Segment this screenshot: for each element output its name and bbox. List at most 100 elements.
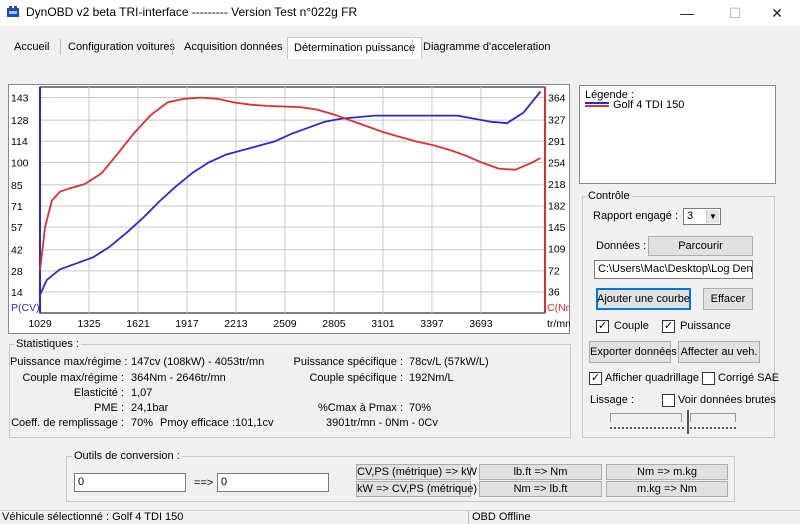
- right-tick-label: 72: [548, 265, 560, 277]
- pmoy-label: Pmoy efficace :: [160, 417, 235, 429]
- right-tick-label: 145: [548, 222, 566, 234]
- left-tick-label: 14: [11, 287, 23, 299]
- stat-value: 147cv (108kW) - 4053tr/mn: [131, 356, 265, 368]
- right-tick-label: 109: [548, 244, 566, 256]
- x-tick-label: 2213: [224, 318, 248, 330]
- effacer-button[interactable]: Effacer: [703, 288, 753, 310]
- left-tick-label: 42: [11, 245, 23, 257]
- app-icon: [7, 6, 19, 17]
- x-tick-label: 3397: [420, 318, 444, 330]
- nm-to-mkg-button[interactable]: Nm => m.kg: [606, 464, 728, 480]
- lissage-label: Lissage :: [590, 394, 635, 406]
- rapport-engage-label: Rapport engagé :: [593, 210, 679, 222]
- tab-separator: [60, 39, 61, 55]
- x-tick-label: 1917: [175, 318, 199, 330]
- lissage-slider-track[interactable]: [610, 413, 682, 422]
- right-tick-label: 364: [548, 93, 566, 105]
- window-title: DynOBD v2 beta TRI-interface --------- V…: [26, 5, 358, 19]
- tab-diagramme-acceleration[interactable]: Diagramme d'acceleration: [417, 37, 556, 59]
- rapport-engage-value: 3: [687, 210, 694, 222]
- stat-label: Elasticité :: [73, 387, 124, 399]
- right-tick-label: 327: [548, 115, 566, 127]
- x-tick-label: 3101: [371, 318, 395, 330]
- x-tick-label: 1029: [28, 318, 52, 330]
- close-button[interactable]: ✕: [754, 0, 800, 26]
- maximize-button[interactable]: ☐: [712, 0, 758, 26]
- stat-value: 1,07: [131, 387, 153, 399]
- tab-separator: [172, 39, 173, 55]
- quadrillage-checkbox[interactable]: ✓: [589, 372, 602, 385]
- left-tick-label: 28: [11, 266, 23, 278]
- right-tick-label: 291: [548, 136, 566, 148]
- pmoy-value: 101,1cv: [235, 417, 274, 429]
- stat-extra-line: 3901tr/mn - 0Nm - 0Cv: [326, 417, 438, 429]
- rapport-engage-select[interactable]: 3 ▼: [683, 208, 721, 225]
- stat-label: %Cmax à Pmax :: [318, 402, 403, 414]
- controle-title: Contrôle: [586, 190, 632, 202]
- x-tick-label: 1621: [126, 318, 150, 330]
- check-icon: ✓: [597, 320, 608, 332]
- left-tick-label: 100: [11, 157, 29, 169]
- stat-label: Couple max/régime :: [22, 372, 125, 384]
- status-vehicle: Véhicule sélectionné : Golf 4 TDI 150: [2, 511, 184, 523]
- sae-checkbox-label: Corrigé SAE: [718, 372, 780, 384]
- legend-box: Légende : Golf 4 TDI 150: [579, 85, 776, 184]
- left-tick-label: 71: [11, 201, 23, 213]
- minimize-button[interactable]: —: [664, 0, 710, 26]
- status-obd: OBD Offline: [472, 511, 531, 523]
- left-tick-label: 143: [11, 93, 29, 105]
- tab-separator: [412, 39, 413, 55]
- conversion-input[interactable]: 0: [74, 473, 186, 492]
- tab-accueil[interactable]: Accueil: [8, 37, 55, 59]
- donnees-brutes-checkbox[interactable]: [662, 394, 675, 407]
- stat-value: 78cv/L (57kW/L): [409, 356, 489, 368]
- stat-value: 70%: [409, 402, 432, 414]
- legend-entry-label: Golf 4 TDI 150: [613, 99, 685, 111]
- parcourir-button[interactable]: Parcourir: [648, 236, 753, 256]
- status-bar: Véhicule sélectionné : Golf 4 TDI 150 OB…: [0, 510, 800, 524]
- right-tick-label: 36: [548, 287, 560, 299]
- nm-to-lbft-button[interactable]: Nm => lb.ft: [479, 481, 602, 497]
- puissance-checkbox[interactable]: ✓: [662, 320, 675, 333]
- lbft-to-nm-button[interactable]: lb.ft => Nm: [479, 464, 602, 480]
- left-tick-label: 57: [11, 222, 23, 234]
- tab-determination-puissance[interactable]: Détermination puissance: [287, 37, 423, 59]
- stat-label: Puissance spécifique :: [293, 356, 403, 368]
- cv-to-kw-button[interactable]: CV,PS (métrique) => kW: [356, 464, 477, 480]
- chevron-down-icon[interactable]: ▼: [706, 210, 719, 223]
- x-tick-label: 1325: [77, 318, 101, 330]
- left-tick-label: 128: [11, 115, 29, 127]
- x-axis-label: tr/mn: [547, 318, 570, 330]
- kw-to-cv-button[interactable]: kW => CV,PS (métrique): [356, 481, 477, 497]
- lissage-slider-ticks-2: [690, 427, 736, 429]
- check-icon: ✓: [663, 320, 674, 332]
- right-tick-label: 254: [548, 158, 566, 170]
- exporter-donnees-button[interactable]: Exporter données: [589, 341, 677, 363]
- x-tick-label: 2805: [322, 318, 346, 330]
- power-torque-chart: 14 36 28 72 42 109 57 145 71 182 85 218 100 254 114 291…: [11, 86, 570, 330]
- sae-checkbox[interactable]: [702, 372, 715, 385]
- couple-checkbox[interactable]: ✓: [596, 320, 609, 333]
- title-bar: DynOBD v2 beta TRI-interface --------- V…: [0, 0, 800, 26]
- file-path-field[interactable]: C:\Users\Mac\Desktop\Log Deni:: [594, 260, 753, 279]
- conversion-output[interactable]: 0: [217, 473, 329, 492]
- tab-acquisition-donnees[interactable]: Acquisition données: [178, 37, 288, 59]
- legend-swatch: [585, 102, 609, 107]
- donnees-label: Données :: [596, 240, 647, 252]
- affecter-vehicule-button[interactable]: Affecter au veh.: [678, 341, 760, 363]
- stat-value: 24,1bar: [131, 402, 169, 414]
- lissage-slider-ticks: [610, 427, 684, 429]
- lissage-slider-track-2[interactable]: [690, 413, 736, 422]
- check-icon: ✓: [590, 372, 601, 384]
- tab-configuration-voitures[interactable]: Configuration voitures: [62, 37, 181, 59]
- outils-conversion-title: Outils de conversion :: [72, 450, 182, 462]
- plot-area: [39, 86, 546, 314]
- ajouter-courbe-button[interactable]: Ajouter une courbe: [596, 288, 691, 310]
- puissance-checkbox-label: Puissance: [680, 320, 731, 332]
- mkg-to-nm-button[interactable]: m.kg => Nm: [606, 481, 728, 497]
- stat-label: Couple spécifique :: [309, 372, 403, 384]
- stat-label: PME :: [94, 402, 124, 414]
- status-separator: [468, 511, 469, 524]
- right-tick-label: 182: [548, 200, 566, 212]
- stat-label: Puissance max/régime :: [10, 356, 128, 368]
